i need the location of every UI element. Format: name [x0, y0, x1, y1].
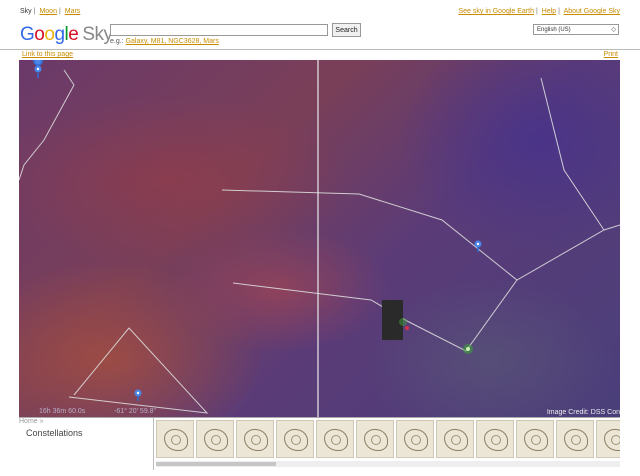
language-value: English (US) — [537, 27, 571, 33]
chevron-down-icon: ◇ — [611, 27, 616, 33]
breadcrumb[interactable]: Home » — [19, 418, 44, 425]
search-button[interactable]: Search — [332, 23, 361, 37]
google-sky-logo[interactable]: Google Sky — [20, 24, 113, 46]
nav-sky[interactable]: Sky — [20, 8, 32, 15]
map-links: Link to this page Print — [0, 50, 640, 60]
logo-product: Sky — [82, 24, 113, 45]
constellation-thumbnail[interactable] — [516, 420, 554, 458]
top-nav-right: See sky in Google Earth | Help | About Goo… — [458, 8, 620, 15]
header: Google Sky Search e.g.: Galaxy, M81, NGC3… — [0, 18, 640, 50]
logo-letter: o — [44, 24, 55, 45]
logo-letter: o — [34, 24, 45, 45]
constellation-line — [232, 279, 518, 352]
about-link[interactable]: About Google Sky — [564, 8, 620, 15]
constellation-thumbnail[interactable] — [236, 420, 274, 458]
hint-prefix: e.g.: — [110, 38, 124, 45]
google-earth-link[interactable]: See sky in Google Earth — [458, 8, 534, 15]
section-title: Constellations — [26, 428, 83, 438]
print-link[interactable]: Print — [604, 51, 618, 58]
search-hint: e.g.: Galaxy, M81, NGC3628, Mars — [110, 38, 219, 45]
image-credit: Image Credit: DSS Con — [546, 409, 620, 416]
search-input[interactable] — [110, 24, 328, 36]
bright-star — [463, 344, 473, 354]
sky-overlay — [19, 60, 620, 417]
constellation-thumbnail[interactable] — [556, 420, 594, 458]
constellation-line — [540, 77, 605, 231]
constellation-thumbnail[interactable] — [596, 420, 620, 458]
scrollbar-thumb[interactable] — [156, 462, 276, 466]
constellation-thumbnail[interactable] — [316, 420, 354, 458]
constellation-thumbnails — [156, 420, 620, 458]
constellation-thumbnail[interactable] — [476, 420, 514, 458]
constellation-line — [221, 189, 620, 281]
logo-letter: g — [54, 24, 65, 45]
placemark-icon — [33, 60, 43, 78]
constellation-thumbnail[interactable] — [436, 420, 474, 458]
constellation-thumbnail[interactable] — [156, 420, 194, 458]
constellation-line — [19, 69, 75, 181]
constellation-thumbnail[interactable] — [396, 420, 434, 458]
constellation-thumbnail[interactable] — [356, 420, 394, 458]
divider — [153, 418, 154, 470]
link-to-page[interactable]: Link to this page — [22, 51, 73, 58]
logo-letter: e — [68, 24, 79, 45]
dec-readout: -61° 20' 59.8" — [114, 408, 157, 415]
thumbnail-scrollbar[interactable] — [156, 461, 620, 467]
language-select[interactable]: English (US) ◇ — [533, 24, 619, 35]
nav-moon[interactable]: Moon — [39, 8, 57, 15]
bottom-panel: Home » Constellations — [19, 417, 620, 470]
constellation-thumbnail[interactable] — [276, 420, 314, 458]
sky-map[interactable]: 16h 36m 60.0s -61° 20' 59.8" Image Credi… — [19, 60, 620, 417]
top-nav: Sky | Moon | Mars See sky in Google Earth |… — [0, 0, 640, 20]
placemark-icon — [134, 389, 142, 401]
constellation-thumbnail[interactable] — [196, 420, 234, 458]
hint-examples[interactable]: Galaxy, M81, NGC3628, Mars — [126, 38, 219, 45]
ra-readout: 16h 36m 60.0s — [39, 408, 86, 415]
nav-mars[interactable]: Mars — [65, 8, 81, 15]
help-link[interactable]: Help — [542, 8, 556, 15]
logo-letter: G — [20, 24, 35, 45]
top-nav-left: Sky | Moon | Mars — [20, 8, 81, 15]
